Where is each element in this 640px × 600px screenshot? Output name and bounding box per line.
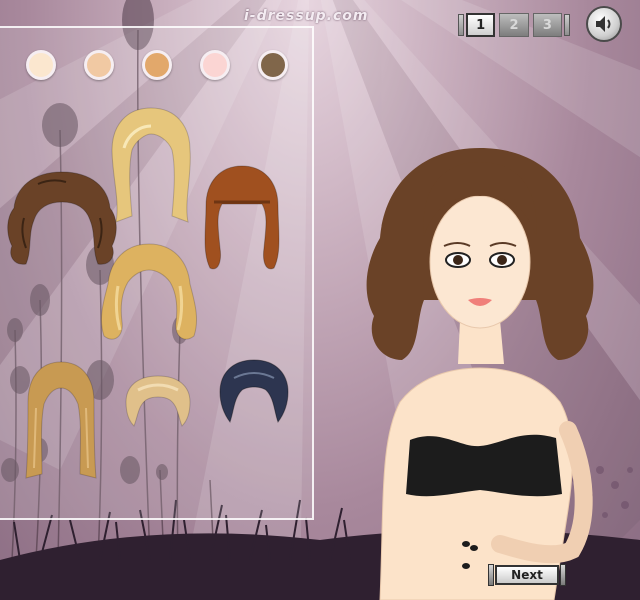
skin-tone-swatch[interactable] [258, 50, 288, 80]
hairstyle-option-updo-blonde[interactable] [120, 372, 196, 430]
skin-tone-swatch[interactable] [200, 50, 230, 80]
tab-page-3[interactable]: 3 [532, 13, 563, 37]
hairstyle-option-short-navy[interactable] [214, 356, 294, 426]
dress-up-model [366, 148, 594, 600]
tab-page-1[interactable]: 1 [465, 13, 496, 37]
skin-tone-swatch[interactable] [26, 50, 56, 80]
hairstyle-option-wavy-golden-blonde[interactable] [94, 240, 204, 350]
next-button[interactable]: Next [488, 564, 566, 586]
page-tabs: 1 2 3 [458, 12, 570, 38]
hairstyle-option-wavy-auburn[interactable] [200, 162, 284, 282]
tabs-left-cap [458, 14, 464, 36]
tabs-right-cap [564, 14, 570, 36]
site-logo: i-dressup.com [244, 8, 369, 24]
skin-tone-swatch[interactable] [84, 50, 114, 80]
game-stage: i-dressup.com 1 2 3 Next [0, 0, 640, 600]
next-button-right-cap [560, 564, 566, 586]
tab-page-2[interactable]: 2 [499, 13, 529, 37]
sound-toggle-button[interactable] [586, 6, 622, 42]
next-button-label: Next [495, 565, 559, 585]
next-button-left-cap [488, 564, 494, 586]
speaker-icon [596, 16, 611, 32]
skin-tone-swatch[interactable] [142, 50, 172, 80]
hairstyle-option-straight-honey-blonde[interactable] [22, 358, 100, 482]
